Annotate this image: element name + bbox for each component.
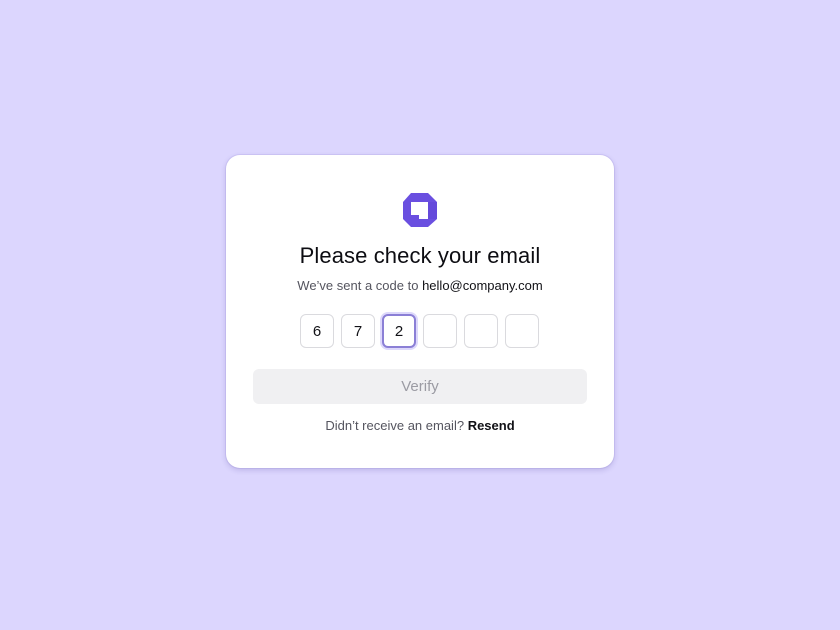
email-address: hello@company.com [422,278,543,293]
code-digit-input[interactable] [505,314,539,348]
code-digit-input[interactable]: 6 [300,314,334,348]
brand-logo-icon [403,193,437,227]
resend-row: Didn’t receive an email? Resend [226,418,614,433]
subtitle: We’ve sent a code to hello@company.com [226,278,614,293]
resend-link[interactable]: Resend [468,418,515,433]
code-digit-input-focused[interactable]: 2 [382,314,416,348]
code-digit-input[interactable] [423,314,457,348]
page-title: Please check your email [299,243,541,268]
verify-button[interactable]: Verify [253,369,587,404]
code-digit-input[interactable]: 7 [341,314,375,348]
verification-card: Please check your email We’ve sent a cod… [226,155,614,468]
subtitle-text: We’ve sent a code to [297,278,419,293]
code-digit-input[interactable] [464,314,498,348]
resend-prompt: Didn’t receive an email? [325,418,465,433]
code-input-group: 6 7 2 [300,314,539,348]
